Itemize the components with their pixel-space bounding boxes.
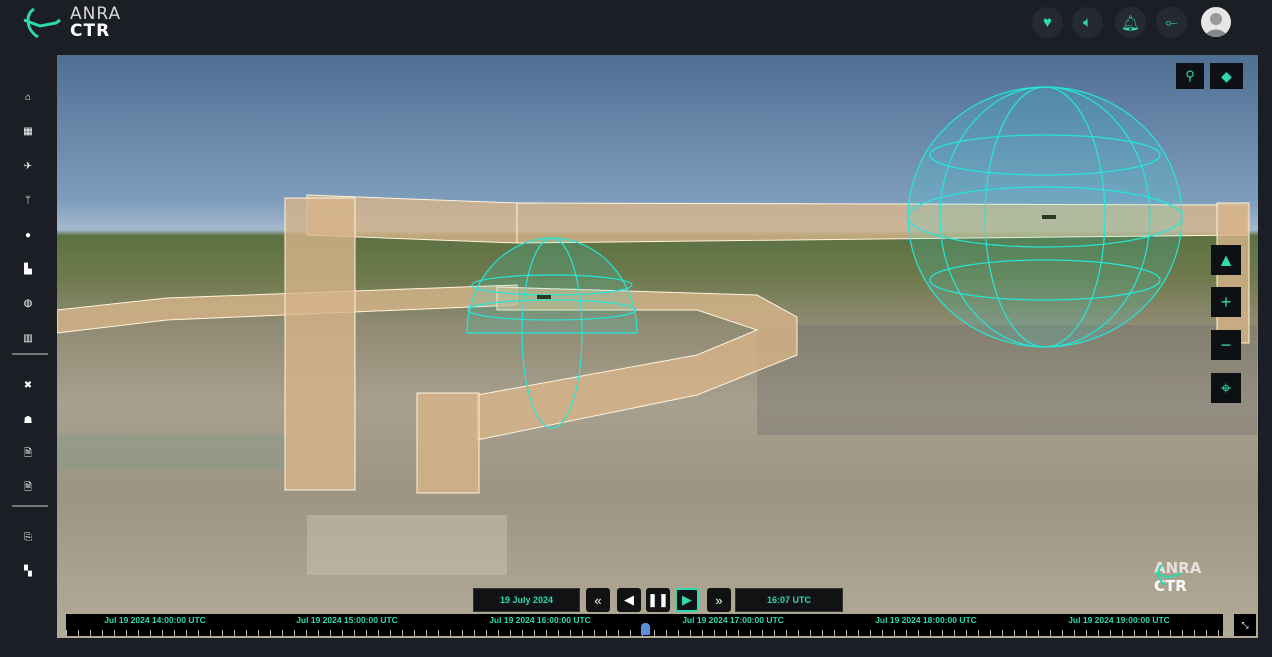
timeline-scrubber[interactable]: Jul 19 2024 14:00:00 UTC Jul 19 2024 15:… [66,614,1223,636]
anra-logo-icon [23,7,61,39]
sidebar-item-facilities[interactable]: ▙ [18,261,38,277]
zoom-out-button[interactable]: − [1211,330,1241,360]
anra-drone-icon: ⟜ [1165,14,1178,31]
watermark-logo-icon [1155,564,1182,586]
sidebar-item-map[interactable]: ▥ [18,330,38,346]
layers-icon: ◆ [1221,67,1232,84]
health-status-button[interactable]: ♥ [1032,7,1063,38]
timeline-label: Jul 19 2024 19:00:00 UTC [1068,615,1170,625]
map-search-button[interactable]: ⚲ [1176,63,1204,89]
tools-icon: ✖ [23,379,33,391]
anra-ctr-logo[interactable]: ANRA CTR [22,6,121,40]
grid-icon: ▦ [23,125,33,137]
timeline-label: Jul 19 2024 15:00:00 UTC [296,615,398,625]
sidebar-divider [12,505,48,507]
volume-icon: 🔈︎ [1082,14,1092,31]
anra-ctr-watermark: ANRA CTR [1154,560,1201,596]
circle-icon: ● [24,229,32,241]
sidebar-item-exit[interactable]: ⎘ [18,529,38,545]
timeline-label: Jul 19 2024 18:00:00 UTC [875,615,977,625]
minus-icon: − [1220,334,1232,355]
sidebar-item-tools[interactable]: ✖ [18,377,38,393]
pause-icon: ❚❚ [647,592,669,607]
sidebar-item-flights[interactable]: ✈ [18,158,38,174]
top-bar: ANRA CTR ♥ 🔈︎ 🔔︎ ⟜ [0,0,1272,55]
sidebar-divider [12,353,48,355]
zoom-in-button[interactable]: + [1211,287,1241,317]
search-document-icon: 🗎︎ [23,447,33,459]
double-chevron-left-icon: « [594,592,602,608]
user-avatar[interactable] [1201,7,1231,37]
sidebar-item-tower[interactable]: ᛘ [18,192,38,208]
rewind-fast-button[interactable]: « [586,588,610,612]
sidebar: ⌂ ▦ ✈ ᛘ ● ▙ ◍ ▥ ✖ ☗ 🗎︎ 🗎︎ ⎘ ▚ [0,55,57,657]
sidebar-item-apps[interactable]: ▦ [18,123,38,139]
anra-menu-button[interactable]: ⟜ [1156,7,1187,38]
dashboard-icon: ▚ [24,565,32,577]
timeline-label: Jul 19 2024 17:00:00 UTC [682,615,784,625]
fullscreen-button[interactable]: ⤡ [1234,614,1256,636]
logo-text-ctr: CTR [70,21,111,41]
map-layers-button[interactable]: ◆ [1210,63,1243,89]
play-icon: ▶ [682,592,692,607]
exit-icon: ⎘ [24,531,32,543]
3d-map-viewer[interactable]: ⚲ ◆ ▲ + − ⌖ ANRA CTR [57,55,1258,638]
double-chevron-right-icon: » [715,592,723,608]
alerts-button[interactable]: ▲ [1211,245,1241,275]
play-button[interactable]: ▶ [675,588,699,612]
playback-date[interactable]: 19 July 2024 [473,588,580,612]
volume-pillar [284,197,356,491]
sidebar-item-pilot[interactable]: ☗ [18,412,38,428]
tower-icon: ᛘ [25,194,31,206]
volume-pillar [416,392,480,494]
notifications-button[interactable]: 🔔︎ [1115,7,1146,38]
airspace-scene [57,86,1257,575]
pond [57,435,287,470]
forward-fast-button[interactable]: » [707,588,731,612]
bell-icon: 🔔︎ [1120,14,1141,32]
plus-icon: + [1220,291,1232,312]
sidebar-item-dashboard[interactable]: ▚ [18,563,38,579]
sound-button[interactable]: 🔈︎ [1072,7,1103,38]
sidebar-item-search-reports[interactable]: 🗎︎ [18,480,38,496]
factory-icon: ▙ [24,263,32,275]
hemisphere-zone [466,237,638,334]
timeline-label: Jul 19 2024 16:00:00 UTC [489,615,591,625]
timeline-playhead[interactable] [640,623,650,635]
pilot-icon: ☗ [23,414,33,426]
sidebar-item-globe[interactable]: ◍ [18,295,38,311]
sidebar-item-search-docs[interactable]: 🗎︎ [18,446,38,462]
step-back-button[interactable]: ◀ [617,588,641,612]
timeline-label: Jul 19 2024 14:00:00 UTC [104,615,206,625]
recenter-button[interactable]: ⌖ [1211,373,1241,403]
sidebar-item-home[interactable]: ⌂ [18,89,38,105]
drone-marker [1042,215,1056,219]
drone-marker [537,295,551,299]
triangle-left-icon: ◀ [624,592,634,607]
globe-icon: ◍ [23,297,33,309]
sidebar-item-zones[interactable]: ● [18,227,38,243]
search-report-icon: 🗎︎ [23,481,33,493]
playback-time[interactable]: 16:07 UTC [735,588,843,612]
heartbeat-icon: ♥ [1043,14,1052,31]
quarry [307,515,507,575]
alert-warning-icon: ▲ [1217,249,1235,270]
crosshair-icon: ⌖ [1220,377,1232,398]
expand-icon: ⤡ [1241,619,1249,630]
search-icon: ⚲ [1185,68,1195,83]
plane-landing-icon: ✈ [23,160,33,172]
home-icon: ⌂ [24,91,32,103]
user-icon [1205,13,1227,37]
map-icon: ▥ [23,332,33,344]
pause-button[interactable]: ❚❚ [646,588,670,612]
